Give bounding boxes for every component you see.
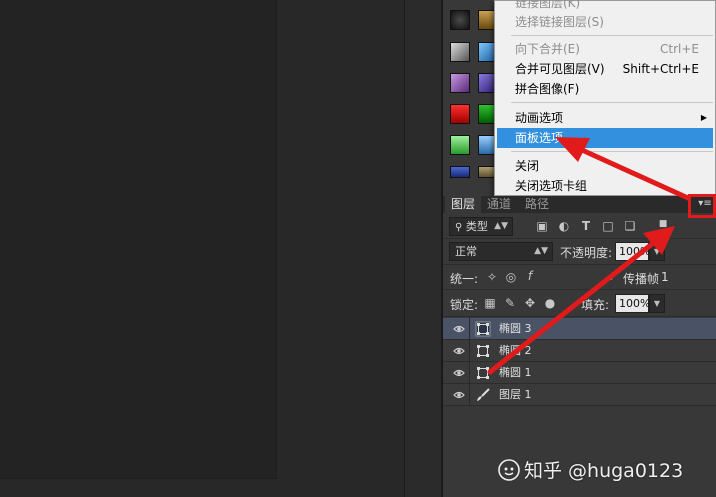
menu-item-select-linked-layers[interactable]: 选择链接图层(S) — [497, 12, 713, 32]
blend-mode-dropdown[interactable]: 正常 ▲▼ — [449, 242, 553, 261]
opacity-input[interactable]: 100% — [615, 242, 650, 261]
layers-panel: 图层 通道 路径 ▾≡ ⚲ 类型 ▲▼ ▣ ◐ T □ ❏ ■ 正常 ▲▼ 不透… — [442, 196, 716, 497]
shape-layer-icon — [477, 367, 489, 379]
propagate-checkbox[interactable]: ✓ — [606, 270, 620, 284]
adjustment-filter-icon[interactable]: ◐ — [557, 219, 571, 233]
smart-object-filter-icon[interactable]: ❏ — [623, 219, 637, 233]
lock-position-icon[interactable]: ✥ — [523, 296, 537, 310]
chevron-updown-icon: ▲▼ — [494, 221, 508, 231]
zhihu-logo-icon — [498, 459, 520, 481]
fill-input[interactable]: 100% — [615, 294, 650, 313]
layer-row[interactable]: 椭圆 2 — [443, 340, 716, 362]
style-swatch[interactable] — [450, 104, 470, 124]
menu-item-close-tab-group[interactable]: 关闭选项卡组 — [497, 176, 713, 196]
menu-item-merge-down[interactable]: 向下合并(E) Ctrl+E — [497, 39, 713, 59]
menu-item-label: 合并可见图层(V) — [515, 62, 605, 76]
menu-item-flatten-image[interactable]: 拼合图像(F) — [497, 79, 713, 99]
unify-row: 统一: ✧ ◎ f ✓ 传播帧 1 — [443, 265, 716, 290]
menu-separator — [511, 102, 713, 103]
blend-row: 正常 ▲▼ 不透明度: 100% ▼ — [443, 239, 716, 265]
style-swatch[interactable] — [450, 166, 470, 178]
unify-label: 统一: — [450, 272, 479, 286]
menu-item-label: 链接图层(K) — [515, 0, 581, 10]
blend-mode-label: 正常 — [455, 245, 477, 258]
layer-name[interactable]: 椭圆 1 — [499, 362, 532, 384]
filter-row: ⚲ 类型 ▲▼ ▣ ◐ T □ ❏ ■ — [443, 213, 716, 239]
shape-layer-icon — [475, 321, 491, 337]
style-swatch[interactable] — [450, 73, 470, 93]
layer-divider — [469, 318, 470, 340]
menu-item-label: 动画选项 — [515, 111, 564, 125]
unify-visibility-icon[interactable]: ◎ — [504, 270, 518, 284]
tab-channels[interactable]: 通道 — [481, 196, 517, 213]
menu-item-panel-options[interactable]: 面板选项... — [497, 128, 713, 148]
layer-row[interactable]: 椭圆 1 — [443, 362, 716, 384]
menu-item-label: 选择链接图层(S) — [515, 15, 604, 29]
eye-icon[interactable] — [453, 389, 465, 401]
search-icon: ⚲ — [455, 222, 463, 233]
menu-item-label: 关闭选项卡组 — [515, 179, 588, 193]
watermark: 知乎 @huga0123 — [498, 456, 683, 483]
panel-tab-bar: 图层 通道 路径 ▾≡ — [443, 196, 716, 213]
style-swatch[interactable] — [450, 10, 470, 30]
layer-divider — [469, 340, 470, 362]
menu-item-merge-visible[interactable]: 合并可见图层(V) Shift+Ctrl+E — [497, 59, 713, 79]
layer-name[interactable]: 椭圆 2 — [499, 340, 532, 362]
menu-item-label: 关闭 — [515, 159, 540, 173]
fill-dropdown-button[interactable]: ▼ — [649, 294, 665, 313]
eye-icon[interactable] — [453, 367, 465, 379]
type-filter-icon[interactable]: T — [579, 219, 593, 233]
layer-name[interactable]: 椭圆 3 — [499, 318, 532, 340]
lock-row: 锁定: ▦ ✎ ✥ ● 填充: 100% ▼ — [443, 290, 716, 317]
annotation-highlight-box — [688, 194, 716, 218]
filter-kind-dropdown[interactable]: ⚲ 类型 ▲▼ — [449, 217, 513, 236]
lock-transparency-icon[interactable]: ▦ — [483, 296, 497, 310]
style-swatch[interactable] — [450, 42, 470, 62]
layer-row[interactable]: 图层 1 — [443, 384, 716, 406]
chevron-down-icon: ▼ — [653, 247, 661, 256]
opacity-dropdown-button[interactable]: ▼ — [649, 242, 665, 261]
document-canvas[interactable] — [0, 0, 276, 478]
propagate-frame-label: 传播帧 — [623, 272, 660, 286]
layer-name[interactable]: 图层 1 — [499, 384, 532, 406]
lock-all-icon[interactable]: ● — [543, 296, 557, 310]
menu-separator — [511, 151, 713, 152]
chevron-down-icon: ▼ — [653, 299, 661, 308]
tab-layers[interactable]: 图层 — [445, 196, 482, 213]
brush-icon — [477, 388, 490, 401]
unify-position-icon[interactable]: ✧ — [485, 270, 499, 284]
menu-item-close[interactable]: 关闭 — [497, 156, 713, 176]
image-filter-icon[interactable]: ▣ — [535, 219, 549, 233]
filter-toggle-icon[interactable]: ■ — [656, 217, 670, 231]
menu-item-shortcut: Ctrl+E — [660, 42, 699, 56]
menu-item-label: 向下合并(E) — [515, 42, 580, 56]
layers-panel-context-menu: 链接图层(K) 选择链接图层(S) 向下合并(E) Ctrl+E 合并可见图层(V… — [494, 0, 716, 196]
menu-item-label: 面板选项... — [515, 131, 575, 145]
lock-label: 锁定: — [450, 298, 479, 312]
menu-item-animation-options[interactable]: 动画选项 ▶ — [497, 108, 713, 128]
menu-item-shortcut: Shift+Ctrl+E — [622, 62, 699, 76]
menu-separator — [511, 35, 713, 36]
filter-kind-label: 类型 — [465, 220, 488, 233]
unify-style-icon[interactable]: f — [523, 269, 537, 283]
shape-filter-icon[interactable]: □ — [601, 219, 615, 233]
chevron-updown-icon: ▲▼ — [534, 246, 548, 256]
layer-row[interactable]: 椭圆 3 — [443, 318, 716, 340]
layer-divider — [469, 362, 470, 384]
submenu-arrow-icon: ▶ — [700, 113, 707, 122]
propagate-frame-value: 1 — [661, 270, 669, 284]
panel-dock-strip — [404, 0, 442, 497]
tab-paths[interactable]: 路径 — [519, 196, 555, 213]
shape-layer-icon — [477, 345, 489, 357]
opacity-label: 不透明度: — [560, 246, 613, 260]
eye-icon[interactable] — [453, 345, 465, 357]
lock-pixels-icon[interactable]: ✎ — [503, 296, 517, 310]
watermark-text: 知乎 @huga0123 — [524, 460, 684, 482]
fill-label: 填充: — [581, 298, 610, 312]
eye-icon[interactable] — [453, 323, 465, 335]
layer-divider — [469, 384, 470, 406]
style-swatch[interactable] — [450, 135, 470, 155]
menu-item-label: 拼合图像(F) — [515, 82, 580, 96]
